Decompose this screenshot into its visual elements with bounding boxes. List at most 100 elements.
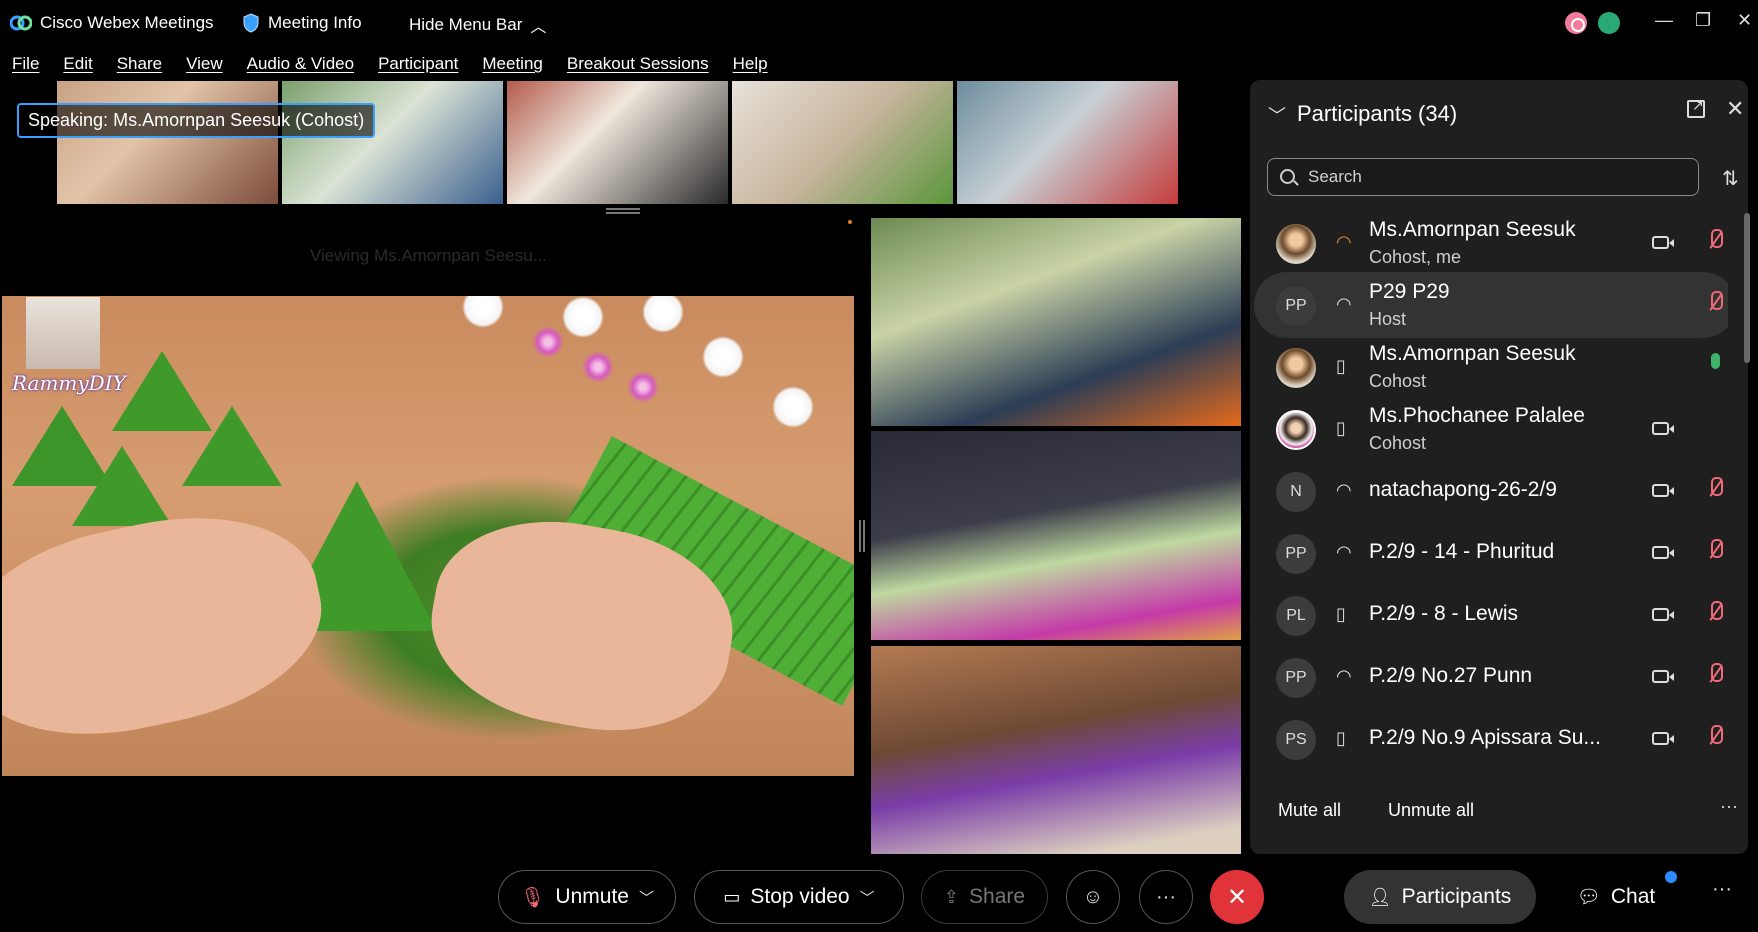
stage-resize-handle[interactable]: [859, 520, 865, 552]
shared-video-stage[interactable]: RammyDIY: [2, 296, 854, 776]
participant-role: Cohost: [1369, 371, 1427, 391]
phone-icon: ▯: [1336, 356, 1346, 376]
mic-active-icon[interactable]: [1711, 353, 1720, 369]
menu-audio-video[interactable]: Audio & Video: [235, 50, 366, 80]
webex-logo-icon: [10, 15, 32, 31]
menu-breakout-sessions[interactable]: Breakout Sessions: [555, 50, 721, 80]
more-panels-icon[interactable]: ···: [1712, 878, 1732, 901]
meeting-info-button[interactable]: Meeting Info: [242, 13, 362, 33]
close-icon: ✕: [1226, 883, 1248, 911]
participant-video[interactable]: [871, 218, 1241, 426]
participant-name: P.2/9 - 8 - Lewis: [1369, 602, 1519, 625]
participant-row[interactable]: ▯ Ms.Amornpan Seesuk Cohost: [1254, 334, 1728, 400]
reactions-button[interactable]: ☺: [1066, 870, 1120, 924]
participant-video[interactable]: [871, 431, 1241, 640]
video-camera-icon[interactable]: [1652, 484, 1674, 497]
phone-icon: ▯: [1336, 604, 1346, 624]
meeting-info-label: Meeting Info: [268, 13, 362, 32]
video-camera-icon[interactable]: [1652, 608, 1674, 621]
avatar: PS: [1276, 720, 1316, 760]
unmute-all-button[interactable]: Unmute all: [1388, 800, 1474, 821]
participant-role: Cohost: [1369, 433, 1427, 453]
flower-decoration: [532, 326, 564, 358]
flower-decoration: [462, 296, 504, 328]
more-options-button[interactable]: ···: [1139, 870, 1193, 924]
participant-row[interactable]: PS ▯ P.2/9 No.9 Apissara Su...: [1254, 706, 1728, 772]
avatar: [1276, 348, 1316, 388]
restore-icon[interactable]: ❐: [1695, 10, 1711, 31]
participant-row[interactable]: ◠ Ms.Amornpan Seesuk Cohost, me: [1254, 210, 1728, 276]
share-screen-icon: ⇪: [943, 886, 960, 907]
participant-name: P29 P29: [1369, 280, 1450, 303]
hide-menu-bar-label: Hide Menu Bar: [409, 15, 523, 34]
participant-row[interactable]: PL ▯ P.2/9 - 8 - Lewis: [1254, 582, 1728, 648]
flower-decoration: [562, 296, 604, 338]
more-options-icon[interactable]: ···: [1720, 796, 1738, 817]
video-camera-icon[interactable]: [1652, 236, 1674, 249]
hide-menu-bar-button[interactable]: Hide Menu Bar ︿: [409, 13, 546, 37]
menu-file[interactable]: File: [0, 50, 51, 80]
participant-list-scrollbar[interactable]: [1744, 213, 1750, 363]
video-thumbnail[interactable]: [282, 81, 503, 204]
participants-button[interactable]: 👤︎ Participants: [1344, 870, 1536, 924]
filmstrip-resize-handle[interactable]: [606, 208, 640, 214]
participants-icon: 👤︎: [1368, 886, 1392, 907]
close-window-icon[interactable]: ✕: [1737, 10, 1752, 31]
collapse-chevron-icon[interactable]: ﹀: [1268, 102, 1286, 128]
close-panel-icon[interactable]: ✕: [1726, 96, 1744, 122]
video-camera-icon[interactable]: [1652, 670, 1674, 683]
participant-row[interactable]: ▯ Ms.Phochanee Palalee Cohost: [1254, 396, 1728, 462]
participant-name: Ms.Amornpan Seesuk: [1369, 342, 1576, 365]
video-camera-icon[interactable]: [1652, 546, 1674, 559]
video-thumbnail[interactable]: [57, 81, 278, 204]
share-button[interactable]: ⇪ Share: [921, 870, 1048, 924]
video-camera-icon[interactable]: [1652, 422, 1674, 435]
stop-video-button[interactable]: ▭ Stop video ﹀: [694, 870, 904, 924]
participant-row[interactable]: PP ◠ P.2/9 - 14 - Phuritud: [1254, 520, 1728, 586]
participant-row[interactable]: N ◠ natachapong-26-2/9: [1254, 458, 1728, 524]
leave-meeting-button[interactable]: ✕: [1210, 870, 1264, 924]
avatar: [1276, 224, 1316, 264]
participant-video[interactable]: [871, 646, 1241, 854]
leaf-decoration: [182, 406, 282, 486]
pop-out-icon[interactable]: [1687, 97, 1705, 118]
participant-name: Ms.Phochanee Palalee: [1369, 404, 1585, 427]
phone-icon: ▯: [1336, 418, 1346, 438]
participant-search-input[interactable]: [1308, 167, 1688, 187]
participant-role: Cohost, me: [1369, 247, 1462, 267]
menu-participant[interactable]: Participant: [366, 50, 470, 80]
sort-icon[interactable]: ⇅: [1722, 166, 1739, 191]
video-thumbnail[interactable]: [732, 81, 953, 204]
speaker-name: Ms.Amornpan Seesuk (Cohost): [113, 110, 365, 130]
chevron-down-icon[interactable]: ﹀: [639, 887, 654, 908]
recording-indicator-icon[interactable]: [1565, 12, 1587, 34]
headset-icon: ◠: [1336, 232, 1352, 252]
participants-panel: ﹀ Participants (34) ✕ ⇅ ◠ Ms.Amornpan Se…: [1250, 80, 1748, 854]
status-dot: [848, 220, 852, 224]
participants-label: Participants: [1401, 885, 1512, 908]
mic-muted-icon: 🎙︎: [520, 886, 546, 909]
flower-decoration: [627, 371, 659, 403]
headset-icon: ◠: [1336, 542, 1352, 562]
mute-all-button[interactable]: Mute all: [1278, 800, 1341, 821]
participant-row[interactable]: PP ◠ P29 P29 Host: [1254, 272, 1728, 338]
participant-name: Ms.Amornpan Seesuk: [1369, 218, 1576, 241]
chat-notification-dot: [1665, 871, 1677, 883]
unmute-button[interactable]: 🎙︎ Unmute ﹀: [498, 870, 676, 924]
more-options-icon: ···: [1156, 885, 1176, 908]
video-thumbnail[interactable]: [957, 81, 1178, 204]
chat-button[interactable]: 💬︎ Chat: [1560, 870, 1672, 924]
video-camera-icon[interactable]: [1652, 732, 1674, 745]
chevron-down-icon[interactable]: ﹀: [860, 887, 875, 908]
menu-share[interactable]: Share: [105, 50, 174, 80]
menu-edit[interactable]: Edit: [51, 50, 104, 80]
participant-row[interactable]: PP ◠ P.2/9 No.27 Punn: [1254, 644, 1728, 710]
menu-help[interactable]: Help: [721, 50, 780, 80]
video-thumbnail[interactable]: [507, 81, 728, 204]
network-status-icon[interactable]: [1598, 12, 1620, 34]
menu-view[interactable]: View: [174, 50, 235, 80]
menu-meeting[interactable]: Meeting: [470, 50, 554, 80]
minimize-icon[interactable]: —: [1655, 10, 1673, 31]
participant-name: P.2/9 - 14 - Phuritud: [1369, 540, 1555, 563]
flower-decoration: [772, 386, 814, 428]
